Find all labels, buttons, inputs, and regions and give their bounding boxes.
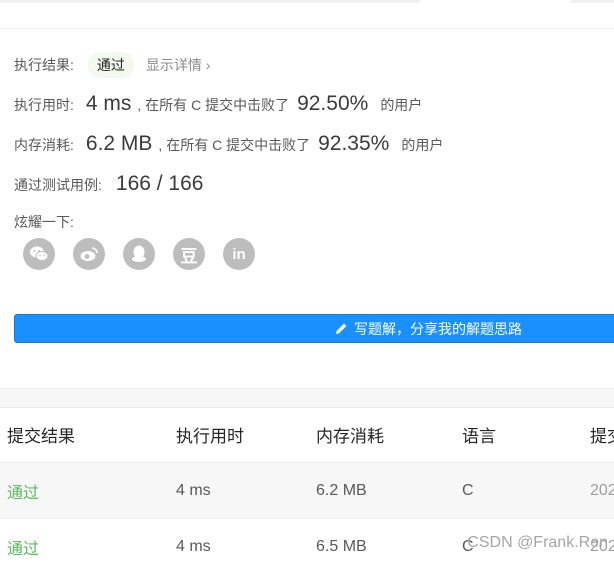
header-runtime: 执行用时	[176, 427, 244, 446]
share-buttons: 豆 in	[23, 238, 273, 270]
share-label: 炫耀一下:	[14, 214, 74, 230]
row-memory: 6.5 MB	[316, 537, 367, 555]
tests-label: 通过测试用例:	[14, 177, 102, 193]
top-tab-bar	[0, 0, 614, 29]
memory-row: 内存消耗: 6.2 MB , 在所有 C 提交中击败了 92.35% 的用户	[14, 132, 443, 156]
memory-suffix: 的用户	[401, 137, 444, 153]
row-status-link[interactable]: 通过	[7, 463, 39, 518]
status-badge: 通过	[87, 52, 134, 78]
linkedin-icon[interactable]: in	[223, 238, 255, 270]
runtime-text: , 在所有 C 提交中击败了	[137, 97, 290, 113]
header-status: 提交结果	[7, 427, 75, 446]
table-row[interactable]: 通过 4 ms 6.2 MB C 202	[0, 462, 614, 518]
row-runtime: 4 ms	[176, 537, 211, 555]
memory-value: 6.2 MB	[85, 132, 153, 155]
runtime-suffix: 的用户	[380, 97, 423, 113]
row-runtime: 4 ms	[176, 481, 211, 499]
memory-label: 内存消耗:	[14, 137, 74, 153]
runtime-value: 4 ms	[85, 92, 132, 115]
header-memory: 内存消耗	[316, 427, 384, 446]
tab-bar-segment	[0, 0, 420, 3]
row-status-link[interactable]: 通过	[7, 519, 39, 574]
wechat-icon[interactable]	[23, 238, 55, 270]
tests-value: 166 / 166	[115, 172, 204, 195]
linkedin-glyph: in	[232, 245, 246, 263]
runtime-label: 执行用时:	[14, 97, 74, 113]
header-submit-time: 提交	[590, 427, 614, 446]
memory-percent: 92.35%	[318, 132, 390, 155]
result-label: 执行结果:	[14, 57, 74, 73]
show-details-link[interactable]: 显示详情 ›	[146, 55, 211, 75]
write-solution-button[interactable]: 写题解，分享我的解题思路	[14, 314, 614, 343]
douban-glyph: 豆	[180, 246, 198, 266]
section-divider	[0, 388, 614, 408]
weibo-icon[interactable]	[73, 238, 105, 270]
tests-row: 通过测试用例: 166 / 166	[14, 172, 203, 196]
row-language: C	[462, 481, 474, 499]
pencil-icon	[336, 323, 347, 334]
table-header: 提交结果 执行用时 内存消耗 语言 提交	[0, 407, 614, 462]
qq-icon[interactable]	[123, 238, 155, 270]
douban-icon[interactable]: 豆	[173, 238, 205, 270]
runtime-row: 执行用时: 4 ms , 在所有 C 提交中击败了 92.50% 的用户	[14, 92, 422, 116]
memory-text: , 在所有 C 提交中击败了	[158, 137, 311, 153]
tab-bar-segment-right	[570, 0, 614, 3]
watermark: CSDN @Frank.Ren	[467, 534, 608, 551]
result-row: 执行结果: 通过 显示详情 ›	[14, 52, 210, 78]
runtime-percent: 92.50%	[297, 92, 369, 115]
row-submit-time: 202	[590, 481, 614, 499]
row-memory: 6.2 MB	[316, 481, 367, 499]
header-language: 语言	[462, 427, 496, 446]
write-solution-label: 写题解，分享我的解题思路	[354, 320, 522, 337]
share-row-label: 炫耀一下:	[14, 212, 74, 232]
